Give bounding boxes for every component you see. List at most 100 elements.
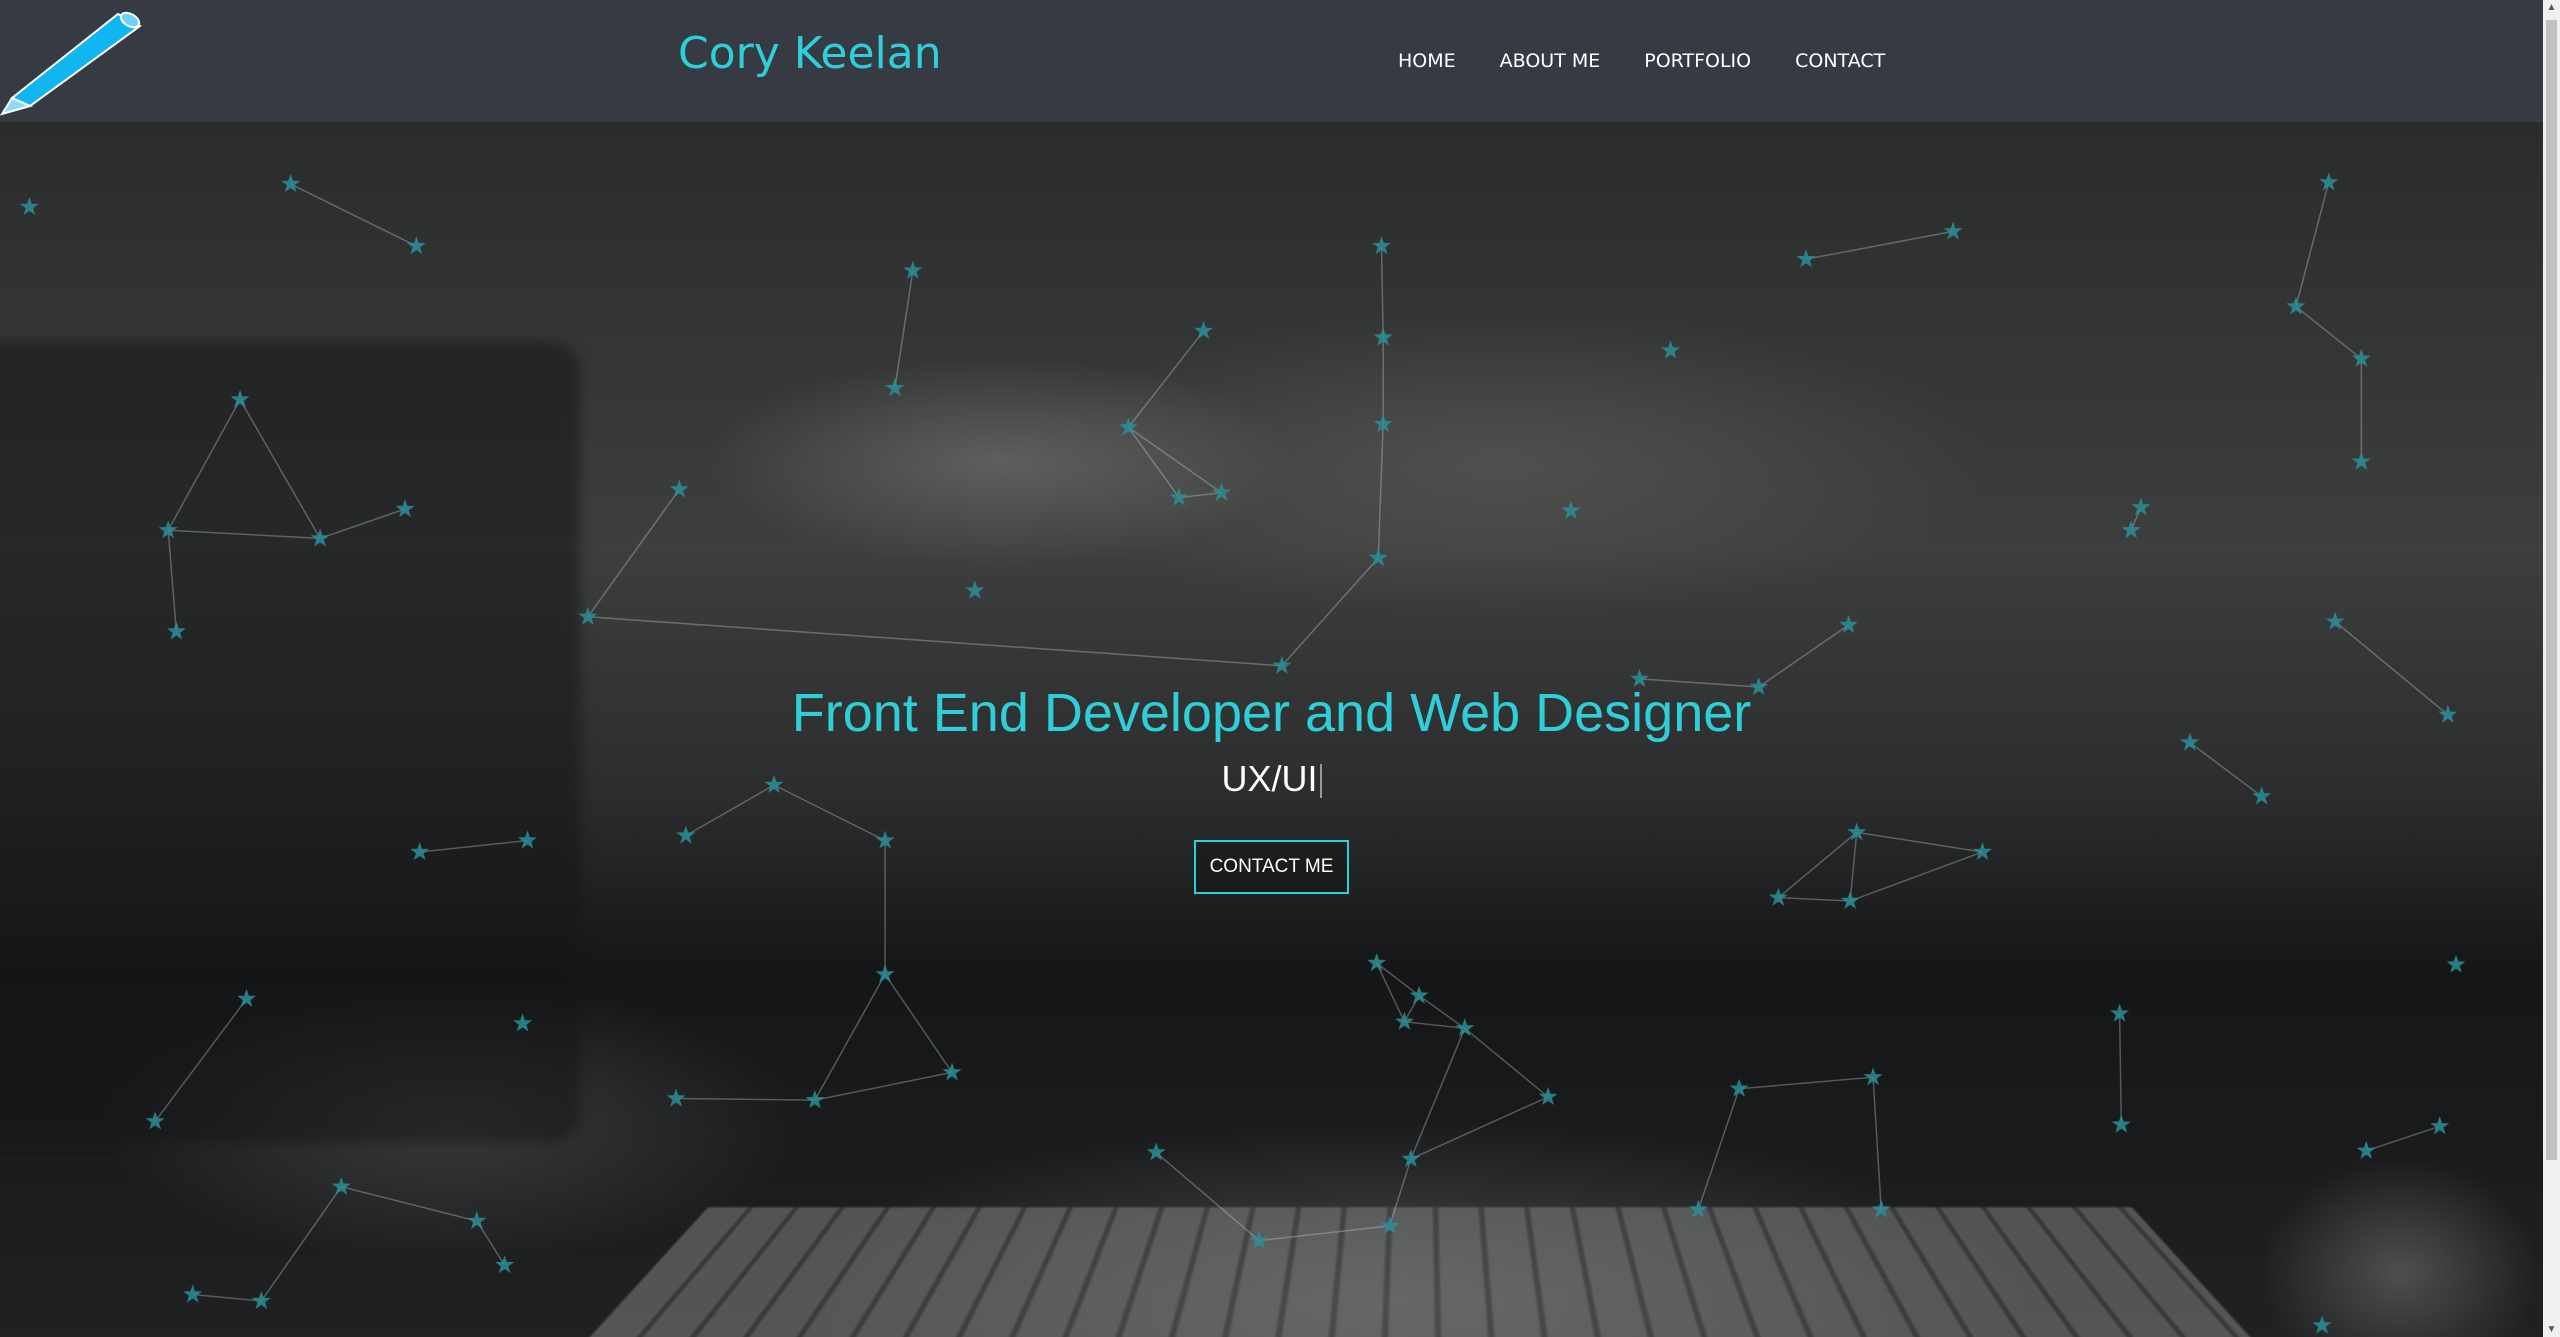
star-particle-icon (1729, 1078, 1749, 1097)
hero-content: Front End Developer and Web Designer UX/… (0, 682, 2543, 894)
typed-subtitle: UX/UI (0, 758, 2543, 800)
star-particle-icon (495, 1255, 515, 1274)
network-link (587, 488, 680, 618)
site-header: Cory Keelan HOME ABOUT ME PORTFOLIO CONT… (0, 0, 2543, 122)
star-particle-icon (2430, 1116, 2450, 1135)
star-particle-icon (251, 1291, 271, 1310)
star-particle-icon (2319, 172, 2339, 191)
network-link (341, 1185, 478, 1222)
network-link (1155, 1151, 1260, 1242)
scroll-down-icon[interactable]: ▼ (2543, 1324, 2560, 1335)
star-particle-icon (2446, 954, 2466, 973)
star-particle-icon (666, 1088, 686, 1107)
star-particle-icon (2131, 497, 2151, 516)
network-link (167, 530, 178, 632)
network-link (894, 270, 914, 389)
star-particle-icon (2312, 1315, 2332, 1334)
star-particle-icon (183, 1284, 203, 1303)
nav-home[interactable]: HOME (1398, 50, 1456, 72)
star-particle-icon (1688, 1199, 1708, 1218)
star-particle-icon (2356, 1140, 2376, 1159)
network-link (814, 974, 886, 1101)
hero-section: Front End Developer and Web Designer UX/… (0, 122, 2543, 1337)
nav-about-me[interactable]: ABOUT ME (1500, 50, 1601, 72)
star-particle-icon (669, 479, 689, 498)
network-link (1127, 330, 1205, 428)
brand-title[interactable]: Cory Keelan (678, 28, 942, 79)
pencil-icon[interactable] (0, 6, 145, 116)
network-link (1127, 426, 1222, 494)
star-particle-icon (1561, 500, 1581, 519)
star-particle-icon (1401, 1149, 1421, 1167)
star-particle-icon (513, 1013, 533, 1032)
network-link (1258, 1225, 1390, 1242)
star-particle-icon (395, 499, 415, 518)
star-particle-icon (1943, 221, 1963, 240)
network-link (2295, 182, 2330, 307)
scrollbar-thumb[interactable] (2546, 20, 2557, 1160)
star-particle-icon (875, 964, 895, 983)
star-particle-icon (1538, 1086, 1558, 1105)
network-link (2118, 1013, 2123, 1125)
star-particle-icon (942, 1062, 962, 1081)
star-particle-icon (2111, 1114, 2131, 1133)
network-link (1410, 1096, 1549, 1160)
star-particle-icon (406, 236, 426, 255)
network-link (1376, 962, 1420, 997)
star-particle-icon (331, 1176, 351, 1195)
star-particle-icon (145, 1111, 165, 1130)
network-link (1872, 1077, 1882, 1210)
nav-portfolio[interactable]: PORTFOLIO (1644, 50, 1751, 72)
star-particle-icon (1796, 249, 1816, 268)
star-particle-icon (965, 580, 985, 599)
network-link (1377, 424, 1384, 559)
network-link (290, 183, 417, 247)
star-particle-icon (1394, 1011, 1414, 1030)
nav-contact[interactable]: CONTACT (1795, 50, 1885, 72)
typed-text: UX/UI (1221, 758, 1318, 799)
network-link (260, 1186, 342, 1302)
network-link (167, 399, 241, 531)
network-link (1464, 1027, 1549, 1098)
star-particle-icon (1380, 1215, 1400, 1234)
star-particle-icon (166, 621, 186, 640)
contact-me-button[interactable]: CONTACT ME (1193, 840, 1350, 894)
star-particle-icon (1194, 321, 1213, 340)
network-link (884, 974, 953, 1073)
star-particle-icon (578, 606, 598, 625)
star-particle-icon (310, 528, 330, 547)
scrollbar[interactable]: ▲ ▼ (2543, 0, 2560, 1337)
star-particle-icon (1871, 1199, 1891, 1218)
network-link (1380, 246, 1384, 338)
star-particle-icon (885, 378, 905, 397)
network-link (319, 508, 406, 540)
star-particle-icon (230, 389, 250, 408)
network-link (1739, 1076, 1874, 1090)
network-link (2365, 1125, 2440, 1152)
network-link (676, 1097, 815, 1101)
network-link (2295, 305, 2362, 360)
typing-caret (1319, 764, 1322, 799)
network-link (239, 399, 321, 539)
network-link (1281, 557, 1379, 667)
network-link (1410, 1028, 1466, 1160)
scroll-up-icon[interactable]: ▲ (2543, 2, 2560, 13)
network-link (154, 998, 248, 1122)
network-link (1697, 1088, 1740, 1210)
star-particle-icon (1661, 340, 1681, 359)
network-link (1127, 426, 1180, 499)
network-link (1805, 230, 1954, 260)
network-link (168, 529, 321, 540)
network-link (1758, 624, 1849, 688)
main-nav: HOME ABOUT ME PORTFOLIO CONTACT (1398, 50, 1885, 72)
star-particle-icon (237, 988, 257, 1007)
network-link (587, 616, 1282, 667)
star-particle-icon (903, 260, 923, 279)
star-particle-icon (1368, 548, 1388, 567)
network-link (1778, 896, 1851, 902)
star-particle-icon (1212, 482, 1231, 501)
hero-headline: Front End Developer and Web Designer (791, 683, 1752, 743)
star-particle-icon (2121, 520, 2141, 539)
network-link (192, 1293, 262, 1302)
network-link (1375, 962, 1406, 1023)
